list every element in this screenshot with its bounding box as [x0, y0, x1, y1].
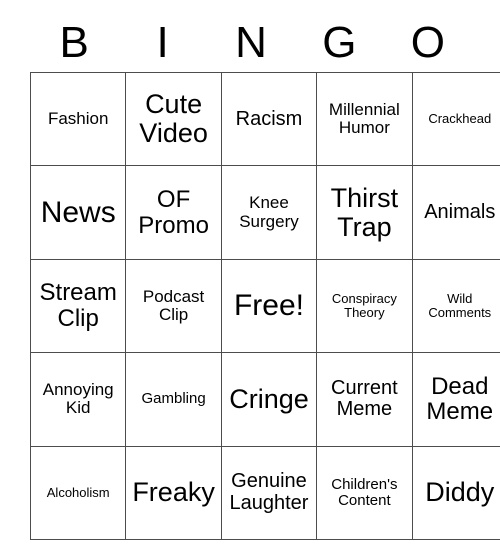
bingo-cell[interactable]: Racism	[220, 71, 318, 167]
bingo-cell-label: Annoying Kid	[42, 380, 114, 418]
bingo-cell-label: Racism	[235, 107, 303, 130]
bingo-cell[interactable]: News	[29, 165, 127, 260]
bingo-cell-label: Cringe	[229, 383, 309, 414]
bingo-cell-label: Genuine Laughter	[229, 470, 309, 514]
bingo-cell[interactable]: Genuine Laughter	[220, 445, 318, 540]
bingo-cell-label: Wild Comments	[428, 291, 492, 320]
bingo-cell-label: Stream Clip	[39, 279, 117, 332]
bingo-cell-label: Conspiracy Theory	[331, 291, 397, 320]
bingo-cell-label: Freaky	[132, 477, 215, 508]
bingo-row: News OF Promo Knee Surgery Thirst Trap Anima…	[29, 165, 500, 260]
bingo-cell[interactable]: Knee Surgery	[220, 165, 318, 260]
bingo-cell[interactable]: Children's Content	[316, 445, 413, 540]
bingo-row: Annoying Kid Gambling Cringe Current Meme De…	[29, 352, 500, 447]
bingo-cell-label: News	[40, 195, 116, 229]
bingo-cell[interactable]: OF Promo	[125, 165, 222, 260]
bingo-cell-label: Alcoholism	[46, 484, 110, 500]
bingo-cell-label: Knee Surgery	[239, 193, 299, 231]
bingo-cell[interactable]: Wild Comments	[411, 258, 500, 354]
bingo-cell[interactable]: Crackhead	[411, 71, 500, 167]
bingo-cell-label: Animals	[424, 200, 496, 223]
bingo-cell[interactable]: Podcast Clip	[125, 258, 222, 354]
bingo-cell[interactable]: Diddy	[411, 445, 500, 540]
bingo-cell[interactable]: Animals	[411, 165, 500, 260]
bingo-cell-label: Thirst Trap	[330, 182, 399, 242]
bingo-cell[interactable]: Freaky	[125, 445, 222, 540]
bingo-row: Alcoholism Freaky Genuine Laughter Children…	[29, 445, 500, 540]
bingo-cell-label: Children's Content	[331, 475, 398, 509]
bingo-grid: Fashion Cute Video Racism Millennial Humor C…	[29, 71, 500, 540]
bingo-cell-label: Crackhead	[428, 111, 492, 127]
bingo-header-letter-n: N	[235, 18, 267, 67]
bingo-cell-label: OF Promo	[138, 185, 209, 239]
bingo-cell[interactable]: Cute Video	[125, 71, 222, 167]
bingo-cell-label: Dead Meme	[426, 372, 494, 426]
bingo-header-letter-i: I	[156, 18, 169, 67]
bingo-cell-label: Free!	[233, 288, 304, 322]
bingo-row: Fashion Cute Video Racism Millennial Humor C…	[29, 71, 500, 167]
bingo-cell[interactable]: Fashion	[29, 71, 127, 167]
bingo-header-letter-g: G	[322, 18, 357, 67]
bingo-card: B I N G O Fashion Cute Video Racism Millennial …	[29, 14, 500, 540]
bingo-cell[interactable]: Dead Meme	[411, 352, 500, 447]
bingo-cell-label: Podcast Clip	[142, 286, 205, 324]
bingo-cell[interactable]: Thirst Trap	[316, 165, 413, 260]
bingo-cell[interactable]: Stream Clip	[29, 258, 127, 354]
bingo-cell[interactable]: Free!	[220, 258, 318, 354]
bingo-grid-body: Fashion Cute Video Racism Millennial Humor C…	[29, 71, 500, 540]
bingo-cell-label: Cute Video	[139, 89, 208, 149]
bingo-cell[interactable]: Conspiracy Theory	[316, 258, 413, 354]
bingo-header: BINGO	[30, 14, 472, 72]
bingo-header-letter-b: B	[59, 18, 89, 67]
bingo-cell[interactable]: Millennial Humor	[316, 71, 413, 167]
bingo-cell-label: Current Meme	[331, 376, 398, 421]
bingo-row: Stream Clip Podcast Clip Free! Conspiracy T…	[29, 258, 500, 354]
bingo-cell-label: Fashion	[47, 109, 109, 129]
bingo-cell[interactable]: Annoying Kid	[29, 352, 127, 447]
bingo-cell[interactable]: Gambling	[125, 352, 222, 447]
bingo-cell[interactable]: Alcoholism	[29, 445, 127, 540]
bingo-cell[interactable]: Current Meme	[316, 352, 413, 447]
bingo-cell-label: Gambling	[141, 390, 206, 408]
bingo-cell-label: Diddy	[425, 477, 495, 508]
bingo-header-letter-o: O	[410, 18, 445, 67]
bingo-cell[interactable]: Cringe	[220, 352, 318, 447]
bingo-cell-label: Millennial Humor	[328, 100, 400, 138]
